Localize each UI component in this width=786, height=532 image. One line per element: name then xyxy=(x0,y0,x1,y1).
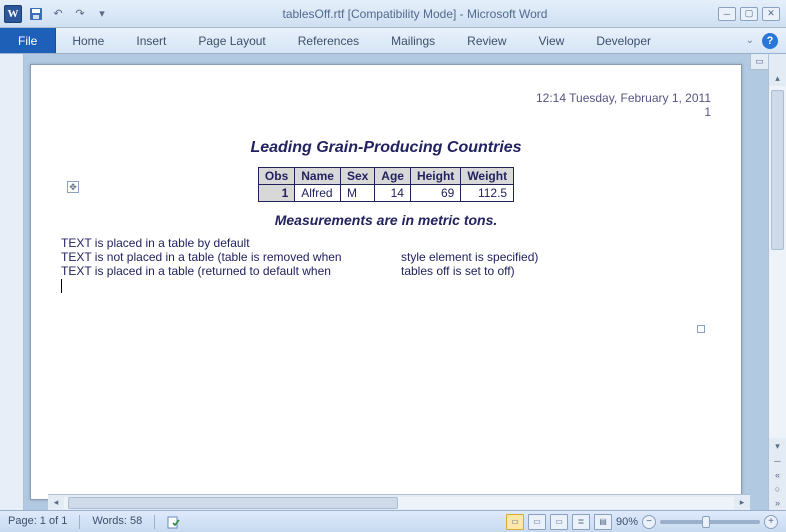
view-outline-icon[interactable]: ≣ xyxy=(572,514,590,530)
table-row[interactable]: 1 Alfred M 14 69 112.5 xyxy=(258,185,513,202)
col-header-age: Age xyxy=(375,168,411,185)
cell-weight: 112.5 xyxy=(461,185,514,202)
zoom-out-button[interactable]: − xyxy=(642,515,656,529)
text-cursor xyxy=(61,279,62,293)
object-browse-sep: ─ xyxy=(769,454,786,468)
zoom-slider-thumb[interactable] xyxy=(702,516,710,528)
vscroll-track[interactable] xyxy=(769,86,786,438)
help-icon[interactable]: ? xyxy=(762,33,778,49)
para-2-right: style element is specified) xyxy=(401,250,711,264)
doc-subtitle: Measurements are in metric tons. xyxy=(61,212,711,228)
close-button[interactable]: ✕ xyxy=(762,7,780,21)
window-controls: ─ ▢ ✕ xyxy=(718,7,780,21)
hscroll-right-icon[interactable]: ▸ xyxy=(734,496,750,510)
proofing-icon[interactable] xyxy=(167,515,181,529)
zoom-label[interactable]: 90% xyxy=(616,516,638,528)
header-pagenum: 1 xyxy=(61,105,711,119)
tab-review[interactable]: Review xyxy=(451,28,522,53)
data-table[interactable]: Obs Name Sex Age Height Weight 1 Alfred … xyxy=(258,167,514,202)
vertical-scrollbar[interactable]: ▴ ▾ ─ « ○ » xyxy=(768,54,786,510)
col-header-height: Height xyxy=(410,168,460,185)
next-page-icon[interactable]: » xyxy=(769,496,786,510)
view-draft-icon[interactable]: ▤ xyxy=(594,514,612,530)
minimize-button[interactable]: ─ xyxy=(718,7,736,21)
document-area[interactable]: ▭ ✥ 12:14 Tuesday, February 1, 2011 1 Le… xyxy=(24,54,768,510)
file-tab[interactable]: File xyxy=(0,28,56,53)
vertical-ruler[interactable] xyxy=(0,54,24,510)
tab-insert[interactable]: Insert xyxy=(120,28,182,53)
cell-obs: 1 xyxy=(258,185,294,202)
tab-view[interactable]: View xyxy=(523,28,581,53)
prev-page-icon[interactable]: « xyxy=(769,468,786,482)
vscroll-thumb[interactable] xyxy=(771,90,784,250)
workspace: ▭ ✥ 12:14 Tuesday, February 1, 2011 1 Le… xyxy=(0,54,786,510)
horizontal-scrollbar[interactable]: ◂ ▸ xyxy=(48,494,750,510)
para-3-right: tables off is set to off) xyxy=(401,264,711,278)
view-full-screen-icon[interactable]: ▭ xyxy=(528,514,546,530)
tab-mailings[interactable]: Mailings xyxy=(375,28,451,53)
qat-dropdown-icon[interactable]: ▾ xyxy=(92,4,112,24)
col-header-sex: Sex xyxy=(340,168,374,185)
col-header-name: Name xyxy=(295,168,341,185)
cell-name: Alfred xyxy=(295,185,341,202)
status-sep xyxy=(154,515,155,529)
end-of-cell-icon xyxy=(697,325,705,333)
document-page[interactable]: ✥ 12:14 Tuesday, February 1, 2011 1 Lead… xyxy=(30,64,742,500)
undo-icon[interactable]: ↶ xyxy=(48,4,68,24)
quick-access-toolbar: ↶ ↷ ▾ xyxy=(26,4,112,24)
status-words[interactable]: Words: 58 xyxy=(92,515,142,529)
header-timestamp: 12:14 Tuesday, February 1, 2011 xyxy=(61,91,711,105)
vscroll-up-icon[interactable]: ▴ xyxy=(769,70,786,86)
hscroll-thumb[interactable] xyxy=(68,497,398,509)
tab-home[interactable]: Home xyxy=(56,28,120,53)
para-1-right xyxy=(401,236,711,250)
para-1-left: TEXT is placed in a table by default xyxy=(61,236,401,250)
tab-references[interactable]: References xyxy=(282,28,375,53)
maximize-button[interactable]: ▢ xyxy=(740,7,758,21)
redo-icon[interactable]: ↷ xyxy=(70,4,90,24)
para-2-left: TEXT is not placed in a table (table is … xyxy=(61,250,401,264)
col-header-weight: Weight xyxy=(461,168,514,185)
hscroll-left-icon[interactable]: ◂ xyxy=(48,496,64,510)
select-browse-object-icon[interactable]: ○ xyxy=(769,482,786,496)
zoom-slider[interactable] xyxy=(660,520,760,524)
ribbon-collapse-icon[interactable]: ⌄ xyxy=(746,35,754,46)
view-web-layout-icon[interactable]: ▭ xyxy=(550,514,568,530)
table-anchor-icon[interactable]: ✥ xyxy=(67,181,79,193)
window-title: tablesOff.rtf [Compatibility Mode] - Mic… xyxy=(112,7,718,21)
cell-height: 69 xyxy=(410,185,460,202)
zoom-in-button[interactable]: + xyxy=(764,515,778,529)
cell-age: 14 xyxy=(375,185,411,202)
tab-developer[interactable]: Developer xyxy=(580,28,667,53)
status-bar: Page: 1 of 1 Words: 58 ▭ ▭ ▭ ≣ ▤ 90% − + xyxy=(0,510,786,532)
body-text[interactable]: TEXT is placed in a table by default TEX… xyxy=(61,236,711,293)
view-print-layout-icon[interactable]: ▭ xyxy=(506,514,524,530)
hscroll-track[interactable] xyxy=(64,497,734,509)
cell-sex: M xyxy=(340,185,374,202)
doc-title: Leading Grain-Producing Countries xyxy=(61,139,711,157)
ribbon-tabs: File Home Insert Page Layout References … xyxy=(0,28,786,54)
tab-page-layout[interactable]: Page Layout xyxy=(182,28,281,53)
col-header-obs: Obs xyxy=(258,168,294,185)
ruler-toggle-icon[interactable]: ▭ xyxy=(750,54,768,70)
title-bar: W ↶ ↷ ▾ tablesOff.rtf [Compatibility Mod… xyxy=(0,0,786,28)
status-page[interactable]: Page: 1 of 1 xyxy=(8,515,67,529)
app-icon[interactable]: W xyxy=(4,5,22,23)
vscroll-down-icon[interactable]: ▾ xyxy=(769,438,786,454)
save-icon[interactable] xyxy=(26,4,46,24)
para-3-left: TEXT is placed in a table (returned to d… xyxy=(61,264,401,278)
status-sep xyxy=(79,515,80,529)
